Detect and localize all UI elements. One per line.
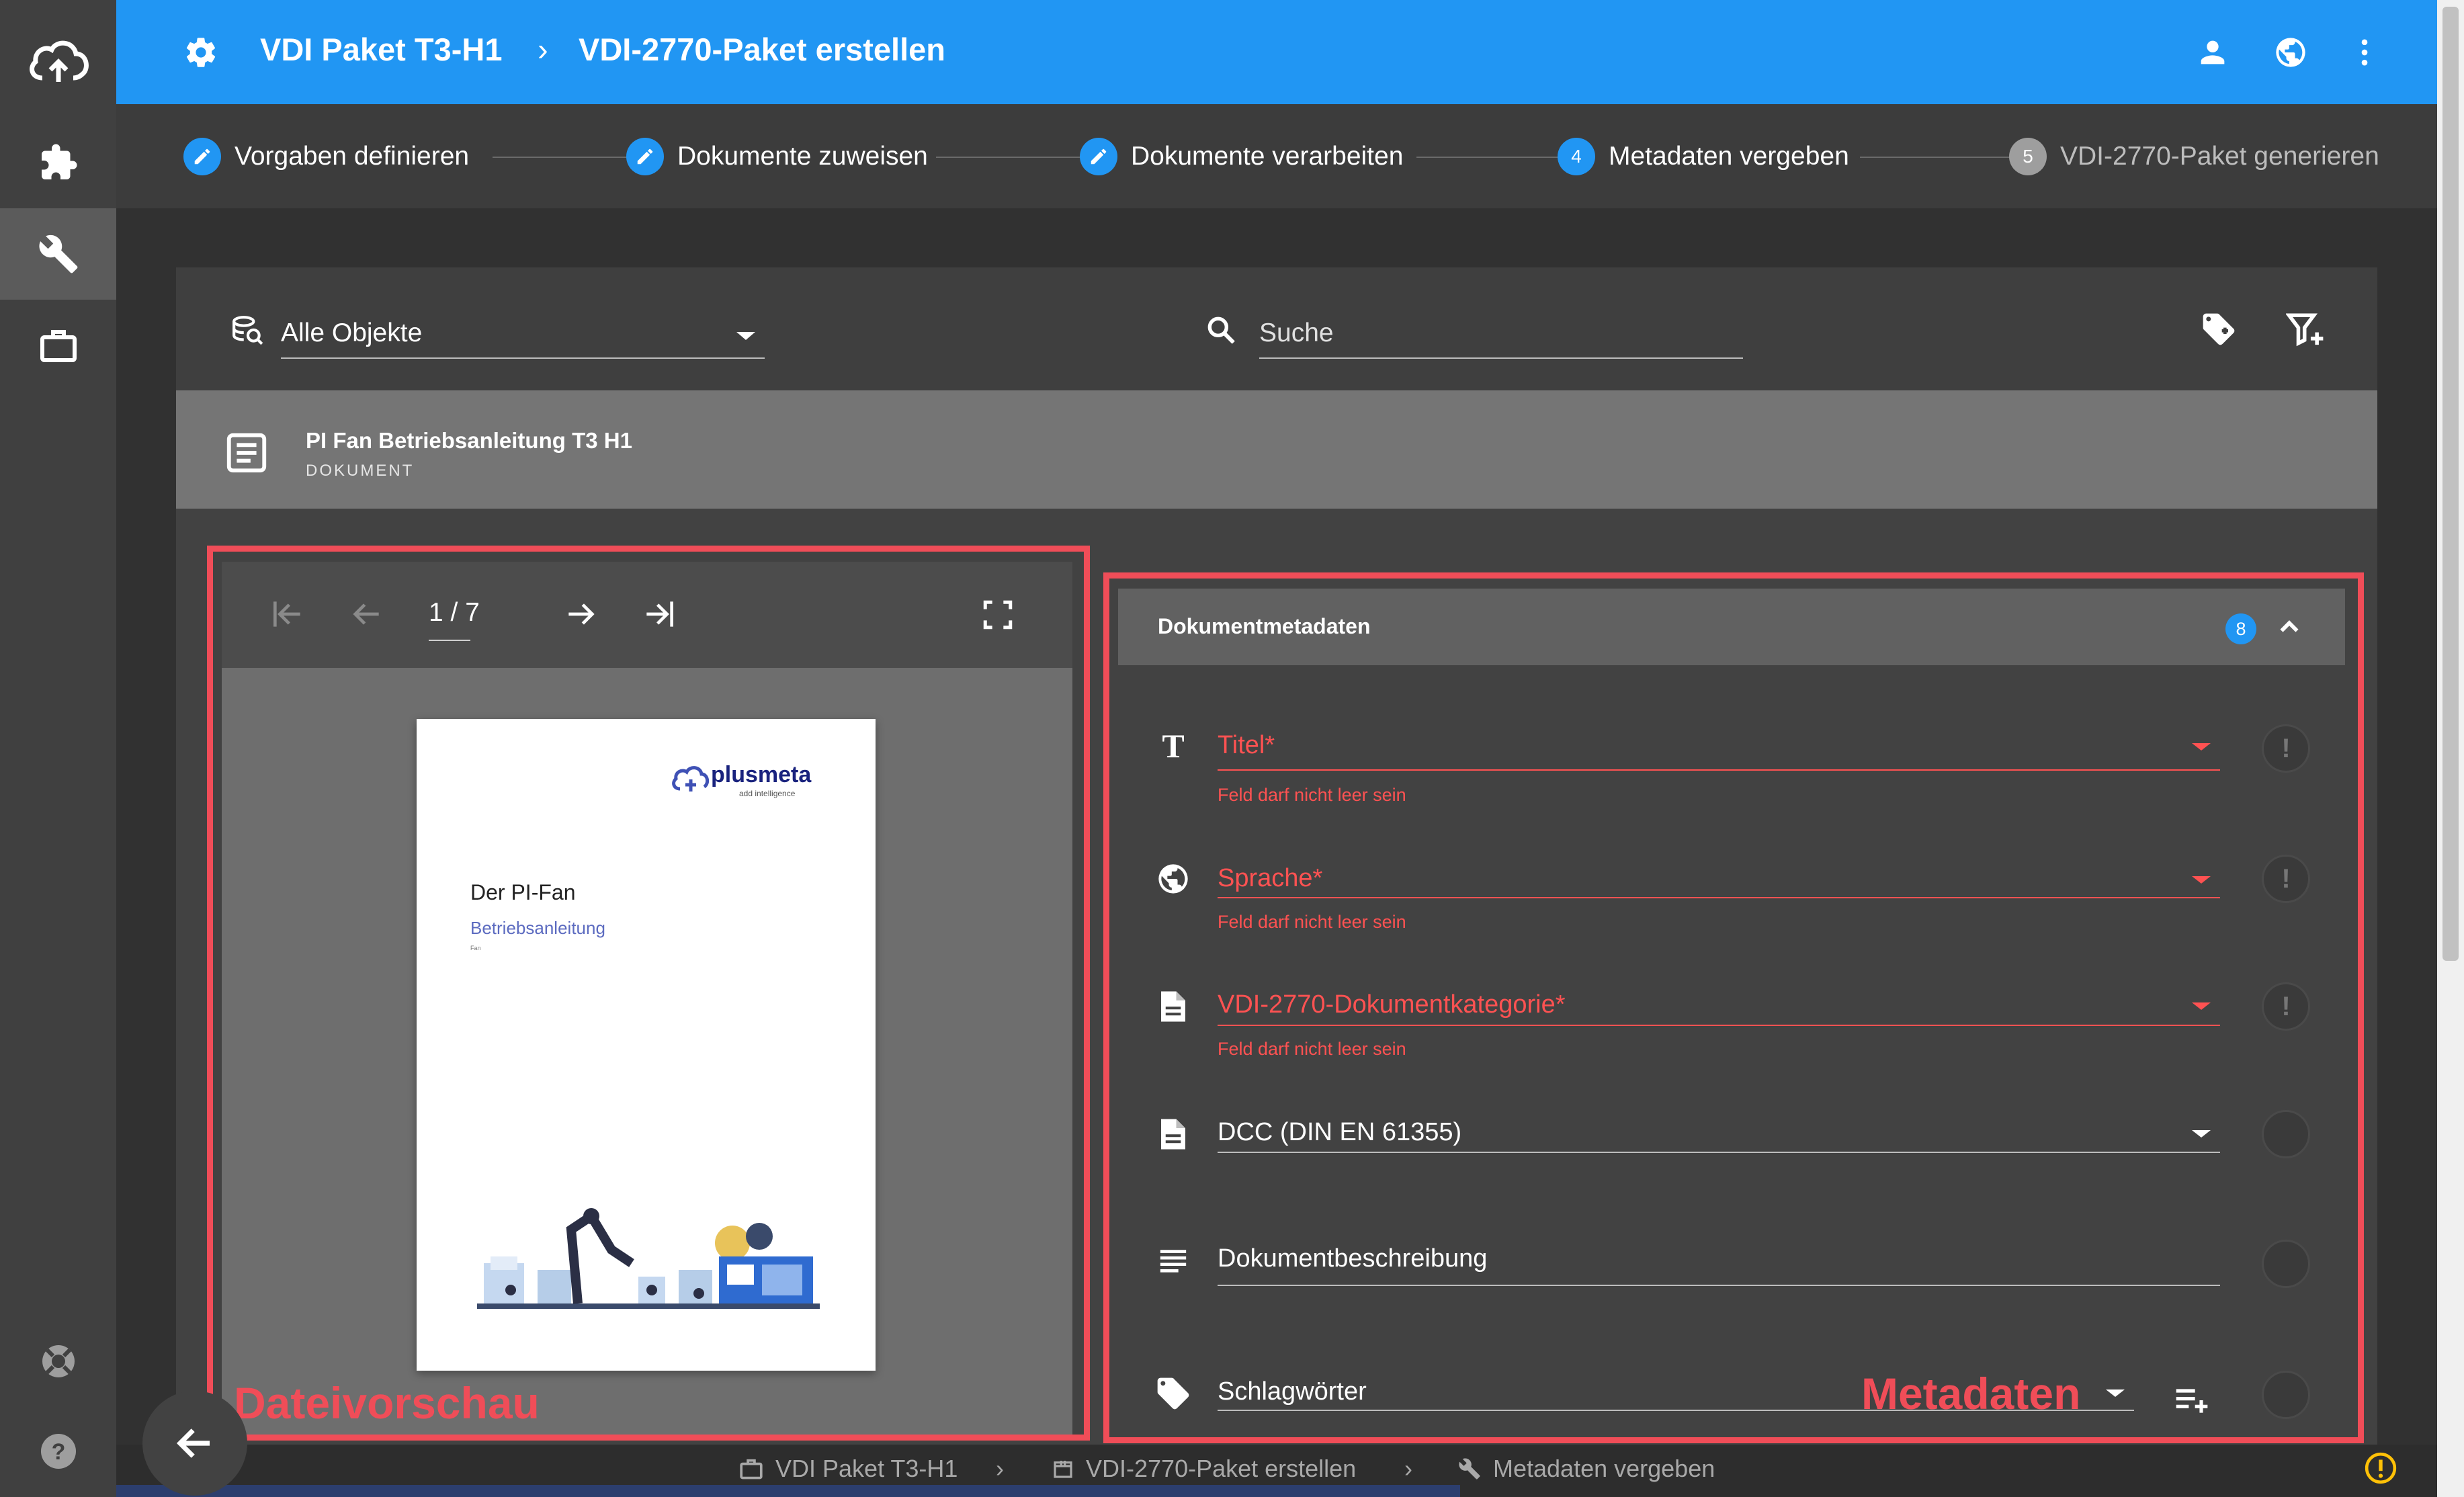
puzzle-icon	[38, 142, 79, 183]
scrollbar-thumb[interactable]	[2442, 7, 2459, 961]
filter-add-icon[interactable]	[2286, 310, 2326, 348]
page-scrollbar[interactable]	[2437, 0, 2464, 1497]
statusbar-package-label: VDI-2770-Paket erstellen	[1086, 1455, 1357, 1482]
chevron-down-icon	[736, 332, 755, 340]
search-input[interactable]: Suche	[1259, 316, 1743, 359]
step-label: Dokumente verarbeiten	[1131, 142, 1404, 171]
annotation-box-preview	[207, 546, 1090, 1441]
step-label: Metadaten vergeben	[1609, 142, 1849, 171]
document-icon	[223, 429, 270, 476]
breadcrumb-separator-icon: ›	[538, 32, 548, 67]
edit-pencil-icon	[1080, 138, 1117, 175]
step-label: Dokumente zuweisen	[677, 142, 928, 171]
step-vorgaben[interactable]: Vorgaben definieren	[183, 138, 469, 175]
statusbar-step-label: Metadaten vergeben	[1493, 1455, 1715, 1482]
step-dokumente-zuweisen[interactable]: Dokumente zuweisen	[626, 138, 928, 175]
package-icon	[1052, 1458, 1074, 1480]
nav-extensions-button[interactable]	[0, 117, 116, 208]
step-dokumente-verarbeiten[interactable]: Dokumente verarbeiten	[1080, 138, 1403, 175]
lifebuoy-icon	[40, 1342, 77, 1380]
wrench-icon	[1458, 1457, 1481, 1480]
statusbar-separator-icon: ›	[996, 1455, 1004, 1482]
wrench-icon	[38, 233, 79, 275]
step-connector	[936, 157, 1104, 158]
nav-packages-button[interactable]	[0, 300, 116, 391]
help-icon: ?	[40, 1432, 77, 1470]
statusbar-project-label: VDI Paket T3-H1	[775, 1455, 958, 1482]
briefcase-icon	[40, 328, 77, 363]
statusbar-package[interactable]: VDI-2770-Paket erstellen	[1052, 1455, 1356, 1483]
document-title: PI Fan Betriebsanleitung T3 H1	[306, 428, 632, 453]
language-globe-icon[interactable]	[2273, 35, 2308, 70]
statusbar-separator-icon: ›	[1404, 1455, 1412, 1482]
tag-add-icon[interactable]	[2200, 310, 2238, 348]
filter-bar: Alle Objekte Suche	[176, 267, 2377, 390]
annotation-box-metadata	[1103, 572, 2364, 1443]
step-number: 4	[1558, 138, 1595, 175]
left-navigation: ?	[0, 0, 116, 1497]
nav-tools-button[interactable]	[0, 208, 116, 300]
search-icon	[1204, 313, 1238, 347]
nav-help-button[interactable]: ?	[0, 1406, 116, 1497]
cloud-upload-icon	[26, 35, 91, 86]
step-label: Vorgaben definieren	[235, 142, 470, 171]
annotation-label-preview: Dateivorschau	[234, 1378, 540, 1428]
arrow-left-icon	[173, 1421, 217, 1465]
svg-text:?: ?	[51, 1439, 65, 1465]
page-title: VDI-2770-Paket erstellen	[579, 32, 946, 67]
step-connector	[493, 157, 647, 158]
annotation-label-metadata: Metadaten	[1861, 1369, 2081, 1418]
nav-support-button[interactable]	[0, 1316, 116, 1407]
briefcase-icon	[739, 1458, 763, 1480]
step-metadaten-vergeben[interactable]: 4 Metadaten vergeben	[1558, 138, 1849, 175]
object-scope-value: Alle Objekte	[281, 318, 423, 347]
taskbar-strip	[116, 1485, 1460, 1497]
edit-pencil-icon	[183, 138, 221, 175]
breadcrumb-project[interactable]: VDI Paket T3-H1	[260, 31, 502, 68]
object-search-icon	[231, 314, 265, 348]
warning-alert-icon[interactable]	[2364, 1451, 2397, 1485]
statusbar-project[interactable]: VDI Paket T3-H1	[739, 1455, 958, 1483]
user-account-icon[interactable]	[2195, 35, 2230, 70]
more-vertical-icon[interactable]	[2347, 35, 2382, 70]
nav-home-button[interactable]	[0, 15, 116, 106]
back-button[interactable]	[142, 1391, 247, 1496]
step-label: VDI-2770-Paket generieren	[2060, 142, 2379, 171]
search-placeholder: Suche	[1259, 318, 1334, 347]
process-stepper: Vorgaben definieren Dokumente zuweisen D…	[116, 104, 2437, 208]
object-scope-select[interactable]: Alle Objekte	[281, 316, 765, 359]
app-header: VDI Paket T3-H1 › VDI-2770-Paket erstell…	[116, 0, 2437, 104]
statusbar-step[interactable]: Metadaten vergeben	[1458, 1455, 1715, 1483]
edit-pencil-icon	[626, 138, 664, 175]
document-type: DOKUMENT	[306, 462, 415, 480]
selected-document-row[interactable]: PI Fan Betriebsanleitung T3 H1 DOKUMENT	[176, 390, 2377, 509]
settings-gear-icon[interactable]	[183, 35, 218, 70]
step-number: 5	[2009, 138, 2047, 175]
step-paket-generieren[interactable]: 5 VDI-2770-Paket generieren	[2009, 138, 2379, 175]
